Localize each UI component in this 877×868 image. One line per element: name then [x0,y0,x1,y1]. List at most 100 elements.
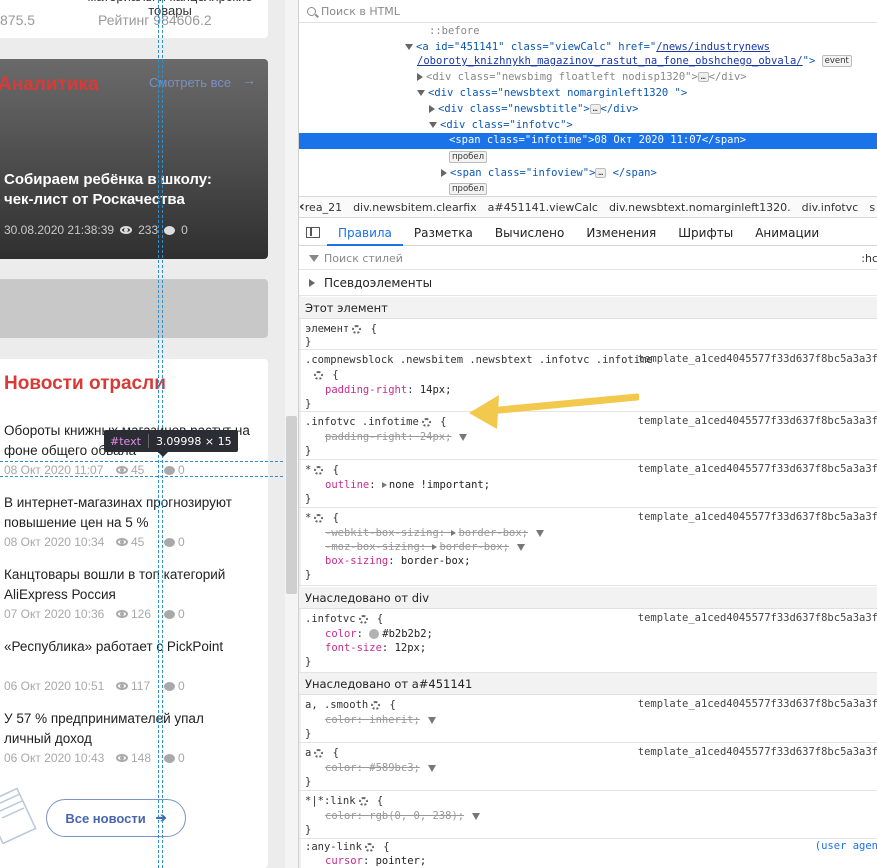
annotation-arrow-icon [469,393,639,429]
news-comments: 0 [164,535,185,549]
rule-element[interactable]: элемент { } [299,320,877,350]
gear-icon[interactable] [358,796,368,806]
gear-icon[interactable] [364,842,374,852]
rule-source[interactable]: template_a1ced4045577f33d637f8bc5a3a3f [638,463,877,475]
breadcrumb-item[interactable]: rea_21 [305,201,342,214]
tree-node-a-href[interactable]: /oboroty_knizhnykh_magazinov_rastut_na_f… [417,54,852,69]
news-title[interactable]: Канцтовары вошли в топ категорий AliExpr… [4,565,254,605]
news-views: 148 [116,751,164,765]
tree-node-div-text[interactable]: <div class="newsbtext nomarginleft1320 "… [417,86,687,101]
collapse-icon[interactable] [429,105,435,113]
html-search[interactable]: Поиск в HTML [299,0,877,23]
color-swatch[interactable] [369,629,380,639]
news-comments: 0 [164,679,185,693]
tree-node-span-view[interactable]: <span class="infoview">… </span> [441,166,657,181]
top-card: 875.5 материалы и канцелярские товары Ре… [0,0,268,38]
tab-fonts[interactable]: Шрифты [667,220,744,246]
news-item[interactable]: В интернет-магазинах прогнозируют повыше… [4,493,254,550]
rule-5[interactable]: .infotvc { template_a1ced4045577f33d637f… [299,610,877,673]
event-badge[interactable]: event [821,55,852,67]
rule-source[interactable]: template_a1ced4045577f33d637f8bc5a3a3f [638,353,877,365]
news-item[interactable]: У 57 % предпринимателей упал личный дохо… [4,709,254,766]
gear-icon[interactable] [314,513,324,523]
rule-source[interactable]: template_a1ced4045577f33d637f8bc5a3a3f [638,612,877,624]
tree-node-div-infotvc[interactable]: <div class="infotvc"> [429,118,573,133]
breadcrumb-item[interactable]: a#451141.viewCalc [488,201,598,214]
gear-icon[interactable] [314,465,324,475]
rule-9[interactable]: :any-link { (user agen cursor: pointer; [299,840,877,868]
filter-icon[interactable] [427,764,436,772]
filter-icon[interactable] [472,812,481,820]
filter-icon[interactable] [427,716,436,724]
rule-source[interactable]: template_a1ced4045577f33d637f8bc5a3a3f [638,746,877,758]
rule-source[interactable]: template_a1ced4045577f33d637f8bc5a3a3f [638,698,877,710]
tab-layout[interactable]: Разметка [403,220,484,246]
comment-icon [164,681,175,691]
breadcrumb-item[interactable]: div.infotvc [802,201,859,214]
breadcrumb-item[interactable]: div.newsbtext.nomarginleft1320. [609,201,791,214]
news-meta: 07 Окт 2020 10:36 126 0 [4,606,254,622]
news-title[interactable]: У 57 % предпринимателей упал личный дохо… [4,709,254,749]
rule-6[interactable]: a, .smooth { template_a1ced4045577f33d63… [299,696,877,743]
news-item[interactable]: «Республика» работает с PickPoint 06 Окт… [4,637,254,694]
tree-node-span-time[interactable]: <span class="infotime">08 Окт 2020 11:07… [449,133,746,148]
breadcrumb-item[interactable]: s [869,201,875,214]
analytics-article-title[interactable]: Собираем ребёнка в школу: чек-лист от Ро… [4,170,234,210]
arrow-right-icon[interactable]: → [242,72,256,88]
collapse-icon[interactable] [441,169,447,177]
rule-4[interactable]: * { template_a1ced4045577f33d637f8bc5a3a… [299,509,877,586]
tab-changes[interactable]: Изменения [575,220,667,246]
news-comments-count: 0 [178,607,185,621]
news-title[interactable]: «Республика» работает с PickPoint [4,637,254,677]
tab-rules[interactable]: Правила [327,220,403,246]
gear-icon[interactable] [314,370,323,380]
eye-icon [116,682,128,690]
gear-icon[interactable] [352,324,362,334]
filter-icon[interactable] [517,543,526,551]
all-news-button[interactable]: Все новости ➔ [46,799,186,837]
news-item[interactable]: Канцтовары вошли в топ категорий AliExpr… [4,565,254,622]
breadcrumb-item[interactable]: div.newsbitem.clearfix [353,201,477,214]
gear-icon[interactable] [358,614,368,624]
tree-node-div-img[interactable]: <div class="newsbimg floatleft nodisp132… [417,70,747,85]
rule-7[interactable]: a { template_a1ced4045577f33d637f8bc5a3a… [299,744,877,791]
analytics-heading: Аналитика [0,74,99,95]
page-scrollbar-thumb[interactable] [286,416,297,594]
tab-computed[interactable]: Вычислено [484,220,575,246]
hover-toggle[interactable]: :hc [861,252,877,265]
rule-8[interactable]: *|*:link { color: rgb(0, 0, 238); } [299,792,877,839]
analytics-comments: 0 [181,223,188,237]
tab-animations[interactable]: Анимации [744,220,830,246]
filter-icon[interactable] [536,529,544,537]
rule-source[interactable]: template_a1ced4045577f33d637f8bc5a3a3f [638,511,877,523]
user-agent-source[interactable]: (user agen [815,840,877,852]
style-filter-input[interactable]: Поиск стилей [324,252,403,265]
expand-icon[interactable] [429,122,437,128]
pseudo-elements-toggle[interactable]: Псевдоэлементы [299,271,877,296]
html-search-input[interactable]: Поиск в HTML [321,5,400,18]
gear-icon[interactable] [421,417,431,427]
rule-selector[interactable]: .compnewsblock .newsbitem .newsbtext .in… [305,353,653,368]
collapse-icon[interactable] [309,279,315,287]
style-filter[interactable]: Поиск стилей :hc [299,247,877,270]
tree-before[interactable]: ::before [429,24,480,39]
expand-icon[interactable] [405,44,413,50]
analytics-meta: 30.08.2020 21:38:39 233 0 [4,223,188,237]
whitespace-badge: пробел [449,150,488,165]
news-date: 06 Окт 2020 10:43 [4,751,105,765]
selected-node[interactable]: <span class="infotime">08 Окт 2020 11:07… [299,133,877,149]
expand-icon[interactable] [417,90,425,96]
analytics-card[interactable]: Аналитика Смотреть все → Собираем ребёнк… [0,59,268,259]
news-title[interactable]: В интернет-магазинах прогнозируют повыше… [4,493,254,533]
tooltip-tag: #text [110,434,141,448]
rule-source[interactable]: template_a1ced4045577f33d637f8bc5a3a3f [638,415,877,427]
toggle-sidebar-icon[interactable] [299,227,327,238]
gear-icon[interactable] [314,748,324,758]
collapse-icon[interactable] [417,73,423,81]
expand-icon[interactable] [381,482,387,488]
gear-icon[interactable] [371,700,381,710]
tree-node-a[interactable]: <a id="451141" class="viewCalc" href="/n… [405,40,770,55]
rule-3[interactable]: * { template_a1ced4045577f33d637f8bc5a3a… [299,461,877,508]
tree-node-div-title[interactable]: <div class="newsbtitle">… </div> [429,102,638,117]
newspaper-icon [0,787,37,844]
